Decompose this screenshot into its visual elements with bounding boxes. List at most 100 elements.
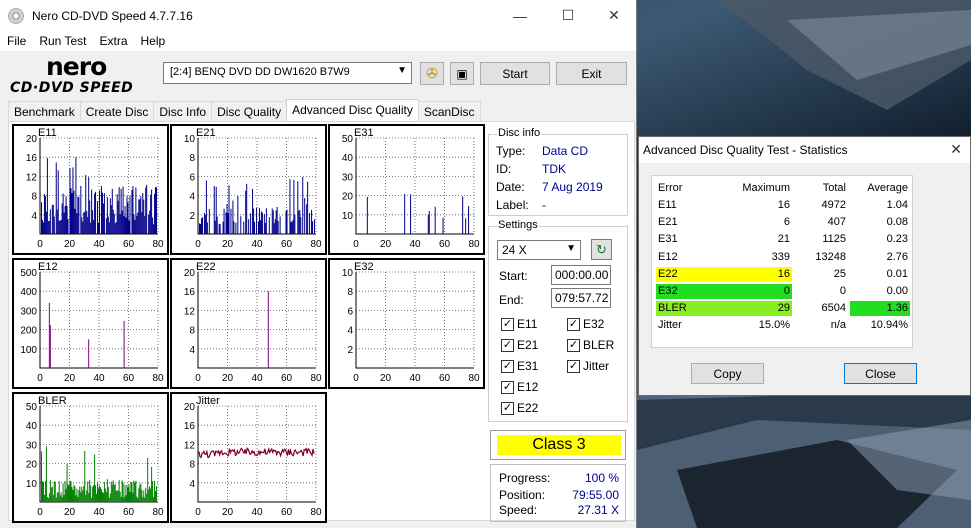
toolbar: nero CD·DVD SPEED [2:4] BENQ DVD DD DW16…: [0, 52, 637, 98]
tab-disc-info[interactable]: Disc Info: [153, 101, 213, 121]
data-bar: [268, 217, 270, 234]
data-bar: [47, 497, 49, 502]
checkbox-e11[interactable]: ✓ E11: [501, 317, 537, 331]
drive-info-button[interactable]: ✇: [420, 62, 444, 85]
class-box: Class 3: [490, 430, 626, 460]
data-bar: [312, 221, 314, 234]
data-bar: [274, 219, 276, 234]
drive-select[interactable]: [2:4] BENQ DVD DD DW1620 B7W9 ▼: [163, 62, 412, 84]
data-bar: [47, 220, 49, 234]
data-bar: [59, 495, 61, 502]
statistics-close-icon[interactable]: ✕: [950, 141, 962, 158]
maximize-button[interactable]: ☐: [545, 0, 591, 31]
tab-advanced-disc-quality[interactable]: Advanced Disc Quality: [286, 99, 419, 121]
x-tick-label: 60: [123, 373, 135, 384]
y-tick-label: 20: [26, 134, 38, 145]
data-bar: [107, 487, 109, 502]
y-tick-label: 50: [342, 134, 354, 145]
checkmark-icon: ✓: [567, 338, 580, 352]
cell-max: 0: [726, 284, 792, 299]
end-input[interactable]: 079:57.72: [551, 288, 611, 308]
graph-e11-plot: 201612840 20 40 60 80: [26, 134, 164, 250]
checkbox-e22[interactable]: ✓ E22: [501, 401, 538, 415]
chevron-down-icon: ▼: [397, 65, 407, 76]
menu-run-test[interactable]: Run Test: [32, 34, 92, 48]
refresh-speed-button[interactable]: ↻: [591, 239, 612, 260]
checkbox-e12[interactable]: ✓ E12: [501, 380, 538, 394]
tab-benchmark[interactable]: Benchmark: [8, 101, 81, 121]
data-bar: [138, 199, 140, 234]
menu-help[interactable]: Help: [134, 34, 172, 48]
graph-title: E32: [354, 261, 374, 273]
save-button[interactable]: ▣: [450, 62, 474, 85]
cell-error: BLER: [656, 301, 726, 317]
data-bar: [80, 185, 82, 234]
menu-file[interactable]: File: [0, 34, 32, 48]
y-tick-label: 2: [347, 345, 353, 356]
tab-strip: Benchmark Create Disc Disc Info Disc Qua…: [8, 99, 481, 121]
data-bar: [243, 221, 245, 234]
cell-avg: 1.04: [886, 199, 908, 211]
data-bar: [146, 493, 148, 502]
graph-title: BLER: [38, 395, 67, 407]
data-bar: [100, 489, 102, 502]
disc-date-value: 7 Aug 2019: [542, 180, 603, 194]
checkbox-e21[interactable]: ✓ E21: [501, 338, 538, 352]
start-input-value: 000:00.00: [555, 268, 609, 282]
checkbox-e32[interactable]: ✓ E32: [567, 317, 604, 331]
data-bar: [81, 486, 83, 502]
data-bar: [156, 187, 158, 234]
data-bar: [149, 486, 151, 502]
data-bar: [44, 195, 46, 234]
data-bar: [101, 492, 103, 502]
data-bar: [65, 196, 67, 234]
checkbox-jitter[interactable]: ✓ Jitter: [567, 359, 609, 373]
menu-extra[interactable]: Extra: [92, 34, 133, 48]
tab-disc-quality[interactable]: Disc Quality: [211, 101, 288, 121]
tab-create-disc[interactable]: Create Disc: [79, 101, 155, 121]
start-button[interactable]: Start: [480, 62, 550, 85]
data-bar: [366, 196, 368, 234]
data-bar: [94, 193, 96, 234]
statistics-row-e12: E12 339 13248 2.76: [656, 250, 914, 266]
disc-type-value: Data CD: [542, 144, 589, 158]
y-tick-label: 4: [189, 345, 195, 356]
data-bar: [57, 492, 59, 502]
data-bar: [119, 491, 121, 502]
close-button[interactable]: ✕: [591, 0, 637, 31]
data-bar: [76, 488, 78, 502]
data-bar: [465, 218, 467, 234]
data-bar: [88, 177, 90, 234]
data-bar: [76, 213, 78, 234]
chevron-down-icon: ▼: [566, 243, 576, 254]
disc-date-label: Date:: [496, 180, 525, 194]
data-bar: [109, 198, 111, 234]
statistics-row-bler: BLER 29 6504 1.36: [656, 301, 914, 317]
x-tick-label: 0: [353, 239, 359, 250]
data-bar: [155, 491, 157, 502]
x-tick-label: 60: [281, 239, 293, 250]
data-bar: [67, 484, 69, 502]
x-tick-label: 20: [64, 373, 76, 384]
data-bar: [291, 222, 293, 234]
checkbox-e31[interactable]: ✓ E31: [501, 359, 538, 373]
speed-select[interactable]: 24 X ▼: [497, 240, 581, 260]
checkbox-bler[interactable]: ✓ BLER: [567, 338, 614, 352]
x-tick-label: 40: [251, 373, 263, 384]
data-bar: [285, 210, 287, 234]
cell-max: 16: [726, 266, 792, 282]
x-tick-label: 0: [195, 507, 201, 518]
tab-scandisc[interactable]: ScanDisc: [417, 101, 481, 121]
data-bar: [93, 219, 95, 234]
data-bar: [70, 188, 72, 234]
data-bar: [146, 184, 148, 234]
data-bar: [104, 488, 106, 502]
copy-button[interactable]: Copy: [691, 363, 764, 384]
graph-e31-plot: 50 40 30 20 10 0 20 40 60 80: [342, 134, 480, 250]
start-input[interactable]: 000:00.00: [551, 265, 611, 285]
minimize-button[interactable]: —: [497, 0, 543, 31]
speed-value: 27.31 X: [577, 503, 619, 517]
data-bar: [143, 199, 145, 234]
close-dialog-button[interactable]: Close: [844, 363, 917, 384]
exit-button[interactable]: Exit: [556, 62, 627, 85]
